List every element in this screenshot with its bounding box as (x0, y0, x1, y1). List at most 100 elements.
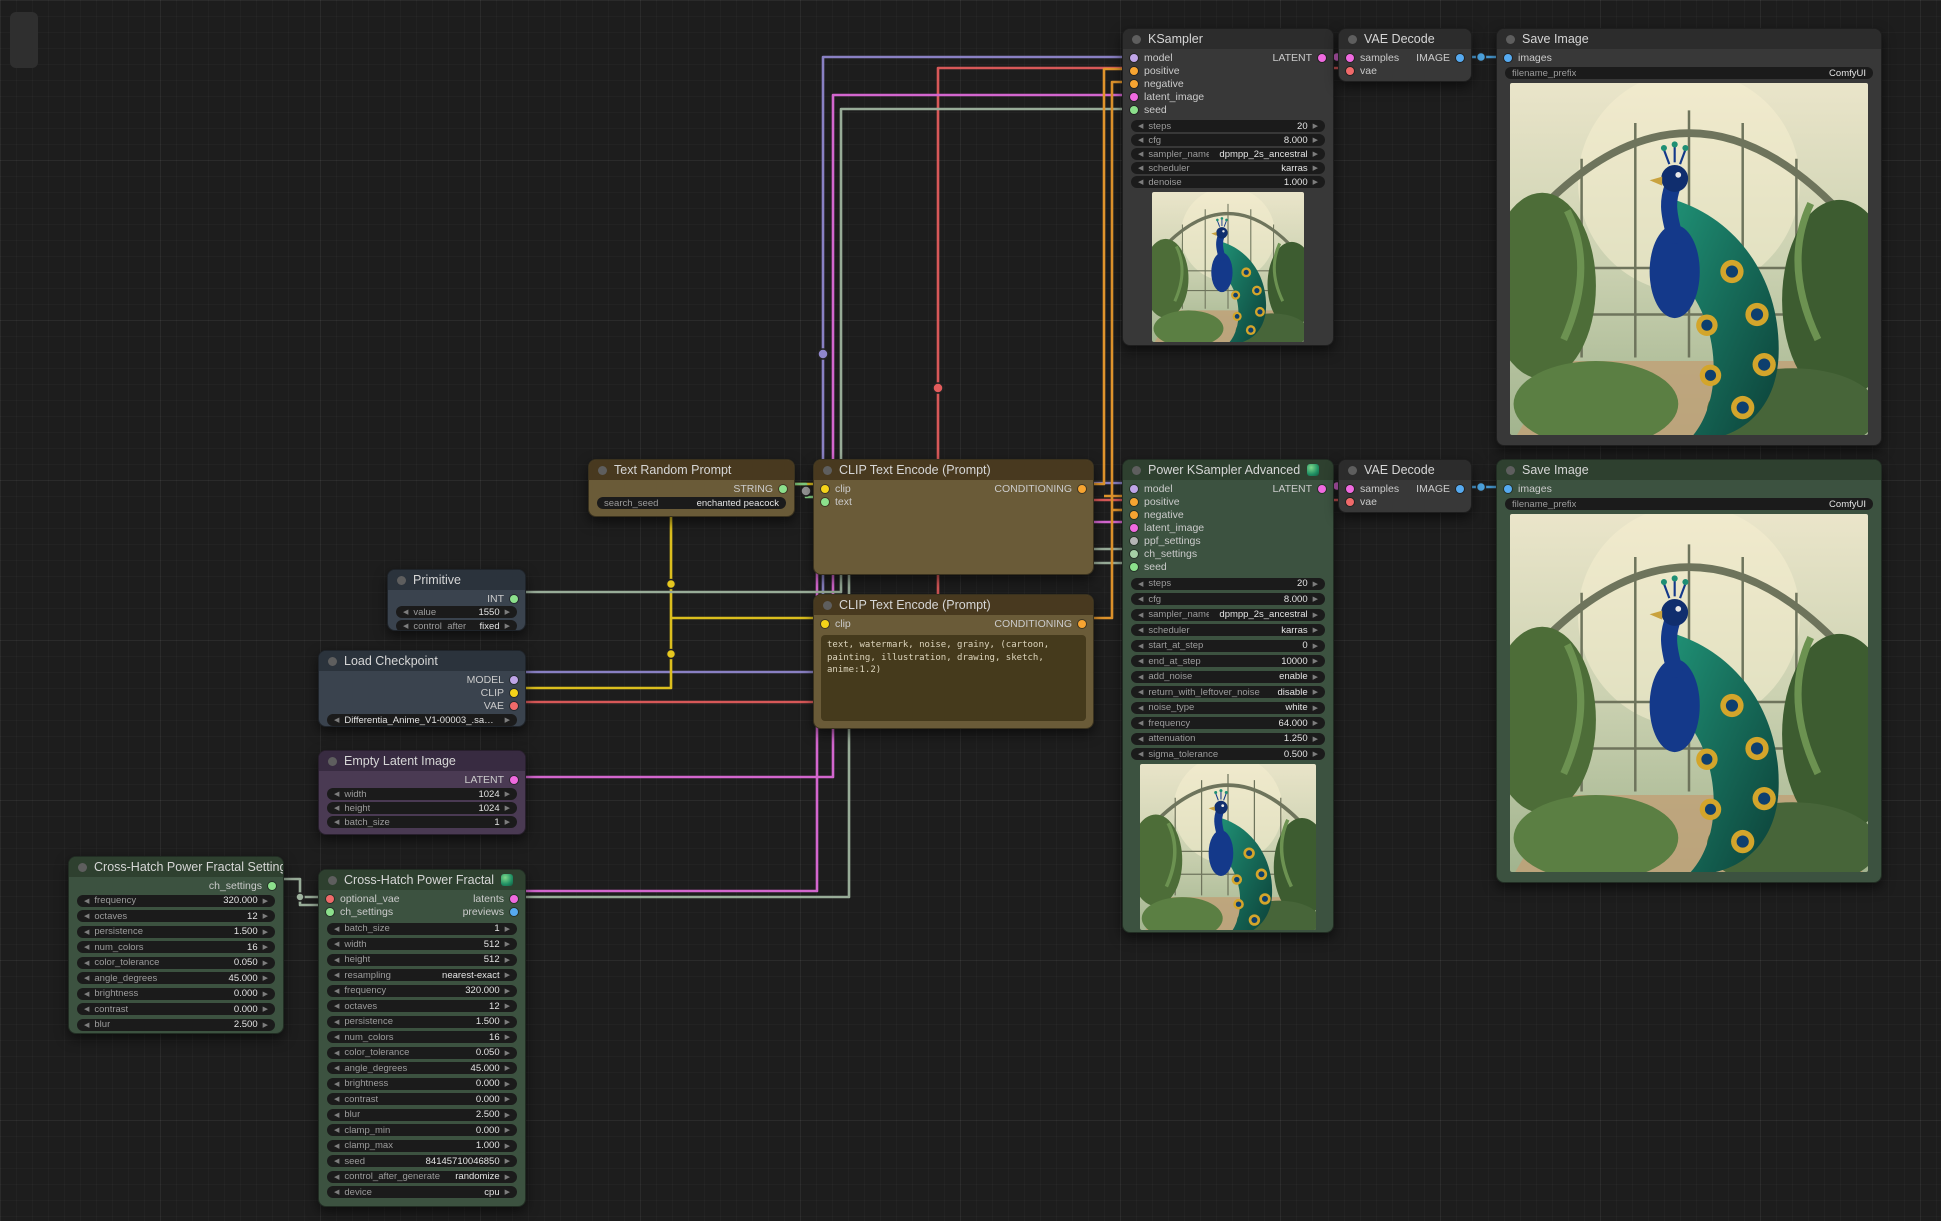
increment-arrow-icon[interactable]: ▶ (1313, 595, 1318, 603)
graph-canvas[interactable]: KSampler model positive negative latent_… (0, 0, 1941, 1221)
node-cross-hatch-settings[interactable]: Cross-Hatch Power Fractal Settings ch_se… (68, 856, 284, 1034)
increment-arrow-icon[interactable]: ▶ (505, 971, 510, 979)
decrement-arrow-icon[interactable]: ◀ (403, 622, 408, 630)
decrement-arrow-icon[interactable]: ◀ (334, 1173, 339, 1181)
increment-arrow-icon[interactable]: ▶ (1313, 136, 1318, 144)
decrement-arrow-icon[interactable]: ◀ (334, 1157, 339, 1165)
widget-row[interactable]: ◀steps20▶ (1131, 120, 1325, 132)
widget-row[interactable]: ◀height1024▶ (327, 802, 517, 814)
input-slot[interactable]: text (814, 495, 1093, 508)
node-title-bar[interactable]: Save Image (1497, 460, 1881, 480)
increment-arrow-icon[interactable]: ▶ (505, 1173, 510, 1181)
increment-arrow-icon[interactable]: ▶ (505, 1126, 510, 1134)
node-clip-text-encode-negative[interactable]: CLIP Text Encode (Prompt) clip CONDITION… (813, 594, 1094, 729)
widget-row[interactable]: ◀sampler_namedpmpp_2s_ancestral▶ (1131, 609, 1325, 621)
node-title-bar[interactable]: Primitive (388, 570, 525, 590)
widget-row[interactable]: search_seedenchanted peacock (597, 497, 786, 509)
node-vae-decode-2[interactable]: VAE Decode samples vae IMAGE (1338, 459, 1472, 513)
decrement-arrow-icon[interactable]: ◀ (1138, 150, 1143, 158)
node-title-bar[interactable]: Empty Latent Image (319, 751, 525, 771)
decrement-arrow-icon[interactable]: ◀ (334, 987, 339, 995)
widget-row[interactable]: ◀width512▶ (327, 938, 517, 950)
widget-row[interactable]: ◀contrast0.000▶ (77, 1003, 275, 1015)
decrement-arrow-icon[interactable]: ◀ (334, 1018, 339, 1026)
output-slot[interactable]: IMAGE (1409, 51, 1471, 64)
node-cross-hatch-power-fractal[interactable]: Cross-Hatch Power Fractal optional_vae c… (318, 869, 526, 1207)
node-title-bar[interactable]: Load Checkpoint (319, 651, 525, 671)
widget-row[interactable]: ◀frequency64.000▶ (1131, 717, 1325, 729)
widget-row[interactable]: ◀brightness0.000▶ (327, 1078, 517, 1090)
node-title-bar[interactable]: VAE Decode (1339, 29, 1471, 49)
decrement-arrow-icon[interactable]: ◀ (1138, 136, 1143, 144)
increment-arrow-icon[interactable]: ▶ (263, 912, 268, 920)
increment-arrow-icon[interactable]: ▶ (505, 1002, 510, 1010)
collapse-dot-icon[interactable] (328, 757, 337, 766)
widget-row[interactable]: ◀color_tolerance0.050▶ (327, 1047, 517, 1059)
decrement-arrow-icon[interactable]: ◀ (334, 716, 339, 724)
output-slot[interactable]: previews (456, 905, 525, 918)
output-slot[interactable]: LATENT (458, 773, 525, 786)
output-slot[interactable]: CONDITIONING (987, 482, 1093, 495)
widget-row[interactable]: ◀end_at_step10000▶ (1131, 655, 1325, 667)
decrement-arrow-icon[interactable]: ◀ (1138, 595, 1143, 603)
output-slot[interactable]: ch_settings (202, 879, 283, 892)
widget-row[interactable]: ◀blur2.500▶ (77, 1019, 275, 1031)
widget-row[interactable]: ◀height512▶ (327, 954, 517, 966)
node-title-bar[interactable]: Power KSampler Advanced (1123, 460, 1333, 480)
input-slot[interactable]: seed (1123, 560, 1333, 573)
increment-arrow-icon[interactable]: ▶ (505, 1033, 510, 1041)
collapse-dot-icon[interactable] (328, 657, 337, 666)
increment-arrow-icon[interactable]: ▶ (263, 897, 268, 905)
increment-arrow-icon[interactable]: ▶ (1313, 750, 1318, 758)
decrement-arrow-icon[interactable]: ◀ (1138, 164, 1143, 172)
collapse-dot-icon[interactable] (1506, 466, 1515, 475)
widget-row[interactable]: ◀persistence1.500▶ (77, 926, 275, 938)
increment-arrow-icon[interactable]: ▶ (263, 959, 268, 967)
increment-arrow-icon[interactable]: ▶ (505, 987, 510, 995)
increment-arrow-icon[interactable]: ▶ (1313, 164, 1318, 172)
widget-row[interactable]: ◀octaves12▶ (77, 910, 275, 922)
output-slot[interactable]: LATENT (1266, 482, 1333, 495)
output-slot[interactable]: IMAGE (1409, 482, 1471, 495)
collapse-dot-icon[interactable] (1348, 35, 1357, 44)
increment-arrow-icon[interactable]: ▶ (1313, 704, 1318, 712)
increment-arrow-icon[interactable]: ▶ (1313, 673, 1318, 681)
input-slot[interactable]: negative (1123, 508, 1333, 521)
output-slot[interactable]: CONDITIONING (987, 617, 1093, 630)
decrement-arrow-icon[interactable]: ◀ (334, 1064, 339, 1072)
collapse-dot-icon[interactable] (1506, 35, 1515, 44)
output-slot[interactable]: latents (456, 892, 525, 905)
widget-row[interactable]: ◀batch_size1▶ (327, 816, 517, 828)
increment-arrow-icon[interactable]: ▶ (505, 608, 510, 616)
decrement-arrow-icon[interactable]: ◀ (334, 1111, 339, 1119)
decrement-arrow-icon[interactable]: ◀ (1138, 719, 1143, 727)
increment-arrow-icon[interactable]: ▶ (505, 1142, 510, 1150)
increment-arrow-icon[interactable]: ▶ (505, 1080, 510, 1088)
collapse-dot-icon[interactable] (1132, 35, 1141, 44)
decrement-arrow-icon[interactable]: ◀ (84, 974, 89, 982)
widget-row[interactable]: ◀attenuation1.250▶ (1131, 733, 1325, 745)
decrement-arrow-icon[interactable]: ◀ (1138, 735, 1143, 743)
increment-arrow-icon[interactable]: ▶ (505, 1157, 510, 1165)
decrement-arrow-icon[interactable]: ◀ (334, 1002, 339, 1010)
decrement-arrow-icon[interactable]: ◀ (334, 790, 339, 798)
node-save-image-2[interactable]: Save Image images filename_prefixComfyUI (1496, 459, 1882, 883)
widget-row[interactable]: ◀schedulerkarras▶ (1131, 162, 1325, 174)
increment-arrow-icon[interactable]: ▶ (263, 1021, 268, 1029)
input-slot[interactable]: seed (1123, 103, 1333, 116)
widget-row[interactable]: ◀cfg8.000▶ (1131, 134, 1325, 146)
collapse-dot-icon[interactable] (823, 601, 832, 610)
increment-arrow-icon[interactable]: ▶ (505, 622, 510, 630)
widget-row[interactable]: ◀clamp_min0.000▶ (327, 1124, 517, 1136)
decrement-arrow-icon[interactable]: ◀ (84, 912, 89, 920)
input-slot[interactable]: vae (1339, 495, 1471, 508)
node-title-bar[interactable]: KSampler (1123, 29, 1333, 49)
increment-arrow-icon[interactable]: ▶ (1313, 580, 1318, 588)
input-slot[interactable]: images (1497, 51, 1881, 64)
ckpt-name-combo[interactable]: ◀Differentia_Anime_V1-00003_.safetensors… (327, 714, 517, 726)
decrement-arrow-icon[interactable]: ◀ (334, 971, 339, 979)
decrement-arrow-icon[interactable]: ◀ (1138, 673, 1143, 681)
collapse-dot-icon[interactable] (397, 576, 406, 585)
widget-row[interactable]: ◀resamplingnearest-exact▶ (327, 969, 517, 981)
decrement-arrow-icon[interactable]: ◀ (84, 990, 89, 998)
